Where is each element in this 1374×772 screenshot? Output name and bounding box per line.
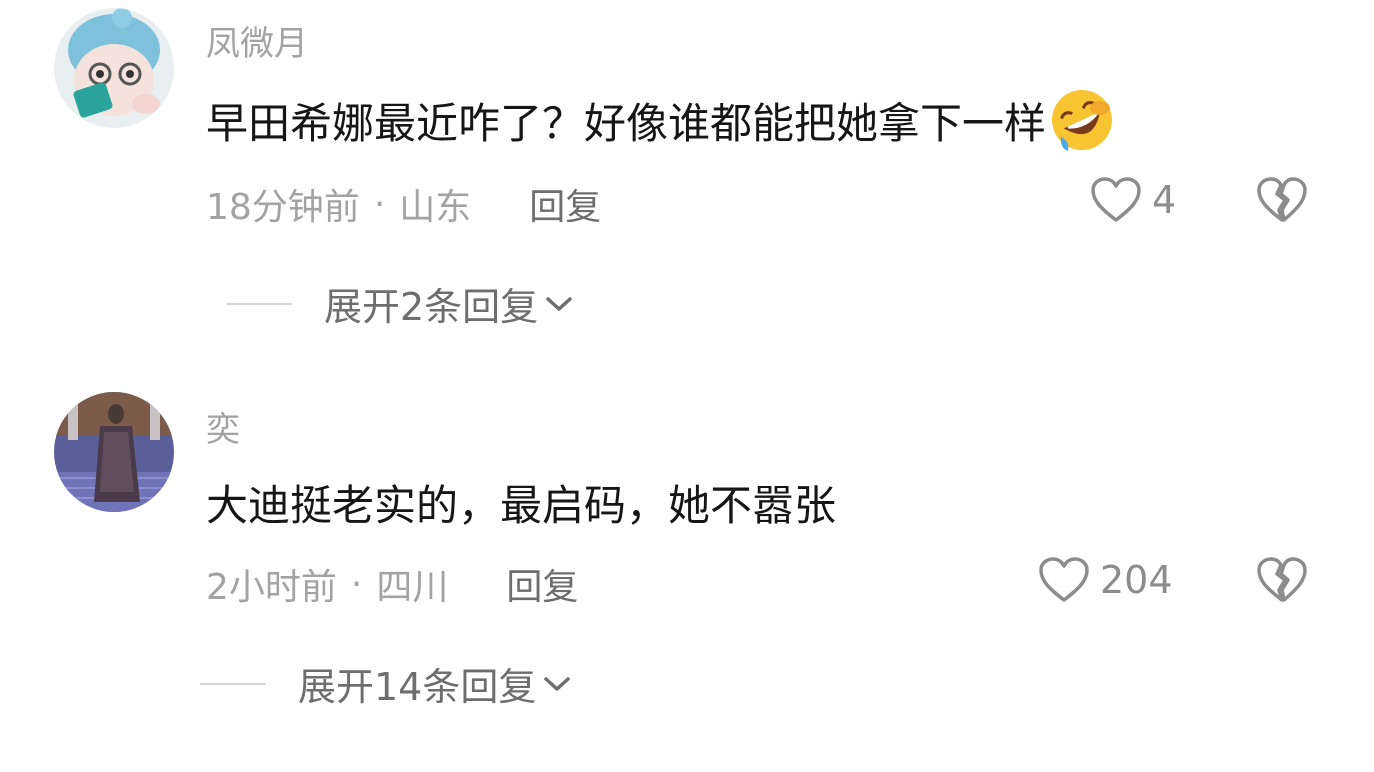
dislike-button[interactable] <box>1256 556 1308 608</box>
like-button[interactable]: 4 <box>1090 176 1176 224</box>
heart-icon <box>1091 177 1141 222</box>
comment-meta: 2小时前 · 四川 回复 <box>206 558 578 610</box>
avatar-image <box>54 392 174 512</box>
avatar[interactable] <box>54 392 174 512</box>
avatar[interactable] <box>54 8 174 128</box>
timestamp: 18分钟前 <box>206 187 360 228</box>
divider-line <box>226 302 292 305</box>
rolling-on-floor-laughing-emoji <box>1052 90 1113 151</box>
broken-heart-icon <box>1257 177 1307 222</box>
location: 四川 <box>376 567 449 608</box>
separator-dot: · <box>373 183 386 225</box>
reply-button[interactable]: 回复 <box>529 178 601 230</box>
username[interactable]: 奕 <box>206 402 240 451</box>
like-button[interactable]: 204 <box>1038 556 1173 604</box>
separator-dot: · <box>350 563 363 605</box>
dislike-button[interactable] <box>1256 176 1308 228</box>
expand-replies-label: 展开14条回复 <box>298 665 537 709</box>
like-count: 4 <box>1152 178 1177 222</box>
heart-icon <box>1039 557 1089 602</box>
location: 山东 <box>399 187 472 228</box>
divider-line <box>200 682 266 685</box>
avatar-image <box>54 8 174 128</box>
chevron-down-icon <box>546 296 572 311</box>
broken-heart-icon <box>1257 557 1307 602</box>
comment-text: 早田希娜最近咋了？好像谁都能把她拿下一样 <box>206 86 1116 154</box>
timestamp: 2小时前 <box>206 567 337 608</box>
reply-button[interactable]: 回复 <box>506 558 578 610</box>
comment-text: 大迪挺老实的，最启码，她不嚣张 <box>206 472 836 533</box>
comment-text-content: 大迪挺老实的，最启码，她不嚣张 <box>206 481 837 530</box>
expand-replies-button[interactable]: 展开14条回复 <box>200 656 572 711</box>
username[interactable]: 凤微月 <box>206 16 308 65</box>
like-count: 204 <box>1100 558 1173 602</box>
comment-meta: 18分钟前 · 山东 回复 <box>206 178 601 230</box>
expand-replies-button[interactable]: 展开2条回复 <box>226 276 574 331</box>
chevron-down-icon <box>544 676 571 691</box>
expand-replies-label: 展开2条回复 <box>324 285 539 329</box>
comment-text-content: 早田希娜最近咋了？好像谁都能把她拿下一样 <box>206 98 1047 148</box>
